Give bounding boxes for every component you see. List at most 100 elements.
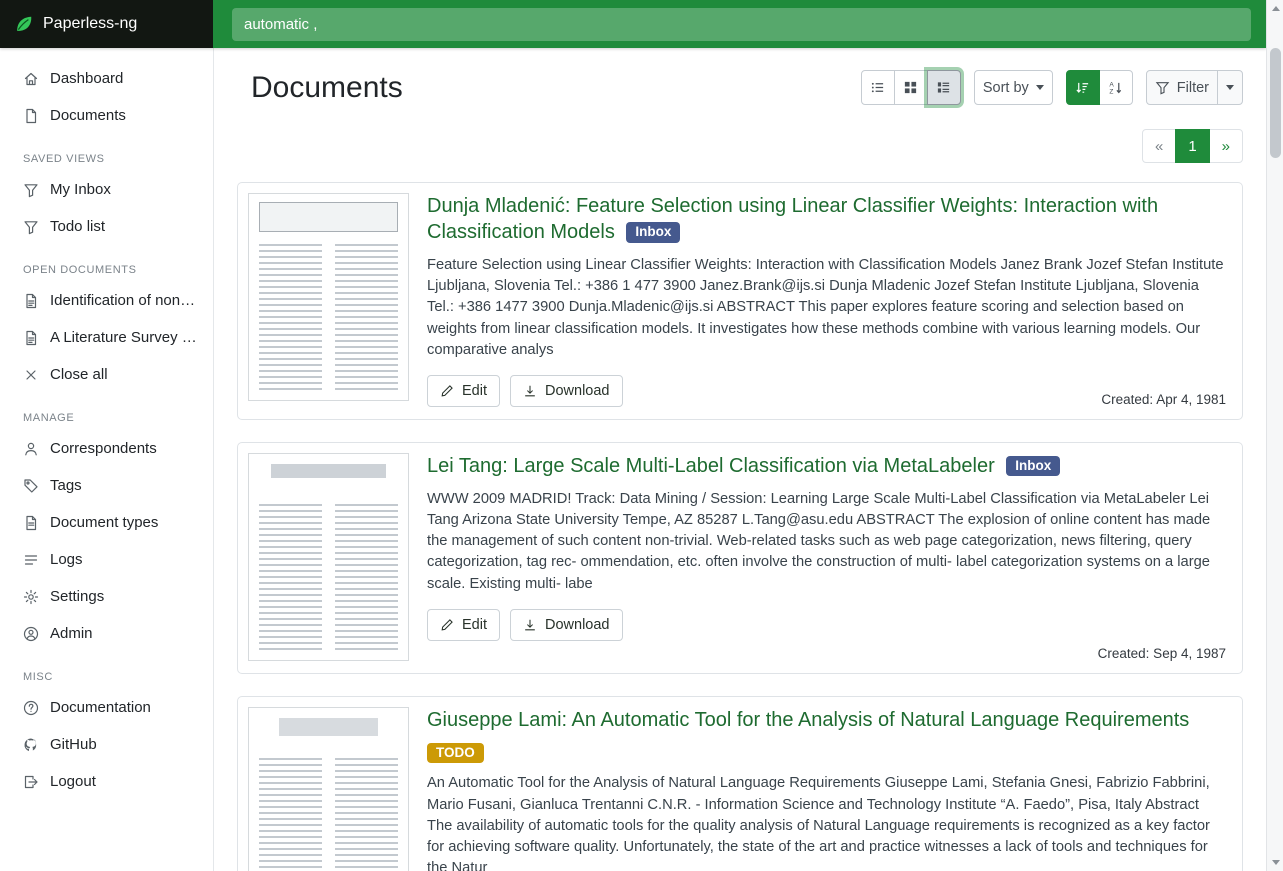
chevron-down-icon: [1226, 85, 1234, 90]
filter-dropdown-button[interactable]: [1217, 70, 1243, 105]
tag-badge[interactable]: Inbox: [1006, 456, 1060, 477]
pagination-row: « 1 »: [237, 129, 1243, 163]
page-title: Documents: [251, 71, 403, 105]
thumbnail-title-block: [259, 202, 398, 232]
gear-icon: [23, 589, 39, 605]
sidebar-item-label: Tags: [50, 477, 82, 494]
sidebar-item-label: Document types: [50, 514, 158, 531]
thumbnail-text-column: [259, 244, 322, 392]
created-date: Created: Sep 4, 1987: [1098, 646, 1226, 661]
file-text-icon: [23, 515, 39, 531]
document-title-link[interactable]: Giuseppe Lami: An Automatic Tool for the…: [427, 709, 1189, 731]
download-button-label: Download: [545, 383, 610, 399]
sidebar-item-label: Documentation: [50, 699, 151, 716]
thumbnail-text-column: [335, 504, 398, 652]
edit-button[interactable]: Edit: [427, 375, 500, 407]
document-title: Lei Tang: Large Scale Multi-Label Classi…: [427, 453, 1060, 479]
created-date: Created: Apr 4, 1981: [1101, 392, 1226, 407]
edit-button-label: Edit: [462, 617, 487, 633]
filter-button[interactable]: Filter: [1146, 70, 1218, 105]
tag-badge[interactable]: Inbox: [626, 222, 680, 243]
sidebar-open-document-2[interactable]: A Literature Survey on ...: [0, 319, 213, 356]
download-button[interactable]: Download: [510, 609, 623, 641]
search-input[interactable]: [232, 8, 1251, 41]
sort-alphabetical-button[interactable]: AZ: [1099, 70, 1133, 105]
download-button[interactable]: Download: [510, 375, 623, 407]
list-lines-icon: [23, 552, 39, 568]
thumbnail-text-column: [335, 244, 398, 392]
sort-by-button[interactable]: Sort by: [974, 70, 1053, 105]
main-content: Documents Sort by: [214, 48, 1266, 871]
document-excerpt: Feature Selection using Linear Classifie…: [427, 255, 1228, 361]
document-thumbnail[interactable]: [248, 193, 409, 401]
download-icon: [523, 384, 537, 398]
document-card-body: Giuseppe Lami: An Automatic Tool for the…: [427, 707, 1228, 871]
person-icon: [23, 441, 39, 457]
sidebar-item-tags[interactable]: Tags: [0, 467, 213, 504]
sidebar-item-correspondents[interactable]: Correspondents: [0, 430, 213, 467]
edit-button[interactable]: Edit: [427, 609, 500, 641]
funnel-icon: [23, 219, 39, 235]
document-thumbnail[interactable]: [248, 707, 409, 871]
list-view-icon: [870, 80, 885, 95]
sidebar-item-documentation[interactable]: Documentation: [0, 689, 213, 726]
list-view-button[interactable]: [861, 70, 895, 105]
document-card-body: Lei Tang: Large Scale Multi-Label Classi…: [427, 453, 1228, 661]
tag-badge[interactable]: TODO: [427, 743, 484, 764]
document-title: Dunja Mladenić: Feature Selection using …: [427, 193, 1228, 245]
sidebar-open-document-1[interactable]: Identification of non-fu...: [0, 282, 213, 319]
sidebar-item-logs[interactable]: Logs: [0, 541, 213, 578]
sort-amount-down-icon: [1075, 80, 1090, 95]
grid-view-button[interactable]: [894, 70, 928, 105]
sidebar-item-dashboard[interactable]: Dashboard: [0, 60, 213, 97]
thumbnail-title-block: [271, 464, 386, 478]
download-icon: [523, 618, 537, 632]
pagination-next-button[interactable]: »: [1209, 129, 1243, 163]
house-icon: [23, 71, 39, 87]
sidebar-item-my-inbox[interactable]: My Inbox: [0, 171, 213, 208]
sidebar-item-todo-list[interactable]: Todo list: [0, 208, 213, 245]
sidebar-item-label: Logs: [50, 551, 83, 568]
document-excerpt: An Automatic Tool for the Analysis of Na…: [427, 773, 1228, 871]
document-thumbnail[interactable]: [248, 453, 409, 661]
search-area: [213, 0, 1266, 48]
sidebar-item-label: Documents: [50, 107, 126, 124]
scrollbar-track[interactable]: [1266, 0, 1283, 871]
brand-link[interactable]: Paperless-ng: [0, 0, 213, 48]
edit-button-label: Edit: [462, 383, 487, 399]
grid-view-icon: [903, 80, 918, 95]
sidebar-item-github[interactable]: GitHub: [0, 726, 213, 763]
pagination-page-1-button[interactable]: 1: [1175, 129, 1209, 163]
question-circle-icon: [23, 700, 39, 716]
top-navbar: Paperless-ng: [0, 0, 1266, 48]
funnel-icon: [23, 182, 39, 198]
sidebar: Dashboard Documents SAVED VIEWS My Inbox…: [0, 48, 214, 871]
detail-view-button[interactable]: [927, 70, 961, 105]
sidebar-close-all[interactable]: Close all: [0, 356, 213, 393]
pagination-previous-button[interactable]: «: [1142, 129, 1176, 163]
sidebar-item-admin[interactable]: Admin: [0, 615, 213, 652]
scrollbar-thumb[interactable]: [1270, 48, 1281, 158]
sidebar-item-label: GitHub: [50, 736, 97, 753]
document-title-link[interactable]: Dunja Mladenić: Feature Selection using …: [427, 195, 1158, 243]
sidebar-item-logout[interactable]: Logout: [0, 763, 213, 800]
sidebar-item-label: Todo list: [50, 218, 105, 235]
svg-text:A: A: [1110, 82, 1115, 89]
scroll-down-button[interactable]: [1267, 854, 1283, 871]
sort-descending-button[interactable]: [1066, 70, 1100, 105]
pencil-icon: [440, 384, 454, 398]
sidebar-item-documents[interactable]: Documents: [0, 97, 213, 134]
close-icon: [23, 367, 39, 383]
document-title-link[interactable]: Lei Tang: Large Scale Multi-Label Classi…: [427, 455, 995, 477]
person-circle-icon: [23, 626, 39, 642]
scroll-up-button[interactable]: [1267, 0, 1283, 17]
sidebar-item-label: My Inbox: [50, 181, 111, 198]
document-excerpt: WWW 2009 MADRID! Track: Data Mining / Se…: [427, 489, 1228, 595]
sidebar-item-settings[interactable]: Settings: [0, 578, 213, 615]
sidebar-item-document-types[interactable]: Document types: [0, 504, 213, 541]
sort-direction-group: AZ: [1066, 70, 1133, 105]
svg-text:Z: Z: [1110, 89, 1114, 95]
pagination: « 1 »: [1142, 129, 1243, 163]
filter-split-button: Filter: [1146, 70, 1243, 105]
detail-view-icon: [936, 80, 951, 95]
